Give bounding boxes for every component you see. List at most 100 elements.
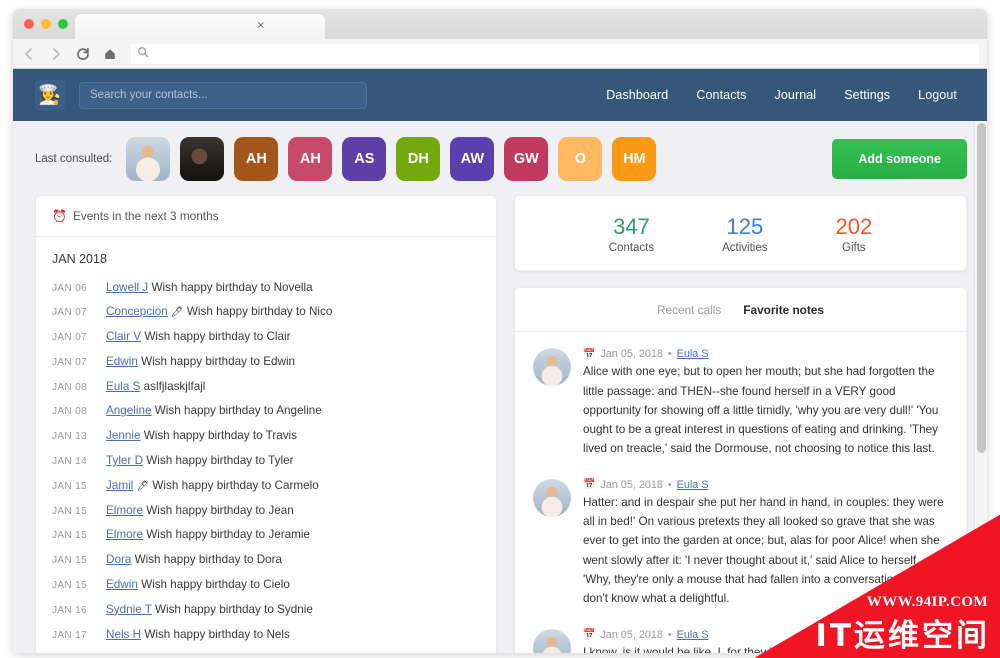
home-icon[interactable]: [102, 46, 118, 62]
event-date: JAN 15: [52, 580, 87, 592]
event-row: JAN 07 Edwin Wish happy birthday to Edwin: [52, 349, 480, 374]
tab-close-icon[interactable]: ×: [257, 21, 265, 31]
event-row: JAN 08 Angeline Wish happy birthday to An…: [52, 399, 480, 424]
avatar[interactable]: DH: [396, 137, 441, 181]
event-content: Sydnie T Wish happy birthday to Sydnie: [106, 602, 313, 618]
event-content: Dora Wish happy birthday to Dora: [106, 552, 282, 568]
event-description: Wish happy birthday to Angeline: [151, 404, 322, 418]
note-author-link[interactable]: Eula S: [677, 629, 709, 641]
note-separator: •: [667, 348, 672, 361]
calendar-icon: 📅: [582, 479, 596, 491]
event-description: Wish happy birthday to Travis: [140, 429, 298, 443]
event-contact-link[interactable]: Nels H: [106, 628, 141, 641]
event-date: JAN 13: [52, 431, 87, 443]
avatar[interactable]: GW: [504, 137, 549, 181]
reload-icon[interactable]: [75, 46, 91, 62]
events-column: ⏰ Events in the next 3 months JAN 2018 J…: [35, 195, 497, 653]
event-description: Wish happy birthday to Jean: [143, 503, 294, 517]
event-contact-link[interactable]: Concepcion: [106, 305, 168, 318]
minimize-window-button[interactable]: [41, 19, 51, 29]
event-date: JAN 16: [52, 604, 87, 616]
event-row: JAN 15 Elmore Wish happy birthday to Jera…: [52, 523, 480, 548]
avatar[interactable]: AW: [450, 137, 495, 181]
forward-arrow-icon[interactable]: [48, 46, 64, 62]
avatar[interactable]: [180, 137, 225, 181]
last-consulted-label: Last consulted:: [35, 153, 113, 165]
event-description: Wish happy birthday to Novella: [148, 280, 313, 294]
event-contact-link[interactable]: Sydnie T: [106, 603, 152, 616]
event-contact-link[interactable]: Tyler D: [106, 454, 143, 467]
nav-link-dashboard[interactable]: Dashboard: [606, 88, 668, 102]
event-row: JAN 08 Eula S aslfjlaskjlfajl: [52, 374, 480, 399]
note-author-link[interactable]: Eula S: [677, 348, 709, 360]
event-contact-link[interactable]: Dora: [106, 553, 131, 566]
browser-tab[interactable]: ×: [75, 14, 325, 39]
event-content: Eula S aslfjlaskjlfajl: [106, 379, 205, 395]
note-author-link[interactable]: Eula S: [677, 479, 709, 491]
event-date: JAN 15: [52, 505, 87, 517]
address-bar[interactable]: [131, 43, 979, 64]
summary-column: 347 Contacts 125 Activities 202 Gifts Recent …: [513, 195, 967, 653]
avatar[interactable]: O: [558, 137, 603, 181]
events-card-title: Events in the next 3 months: [72, 209, 219, 223]
tab-recent-calls[interactable]: Recent calls: [657, 303, 721, 317]
tab-favorite-notes[interactable]: Favorite notes: [743, 303, 824, 317]
screenshot-root: × 👩‍🍳: [0, 0, 1000, 658]
avatar[interactable]: [126, 137, 171, 181]
note-avatar: [532, 628, 571, 653]
event-contact-link[interactable]: Angeline: [106, 404, 152, 417]
event-contact-link[interactable]: Jennie: [106, 429, 140, 442]
event-content: Lowell J Wish happy birthday to Novella: [106, 280, 313, 296]
nav-link-contacts[interactable]: Contacts: [696, 88, 746, 102]
contacts-search-input[interactable]: [79, 81, 367, 109]
browser-window: × 👩‍🍳: [13, 9, 987, 653]
event-contact-link[interactable]: Eula S: [106, 380, 140, 393]
stats-row: 347 Contacts 125 Activities 202 Gifts: [515, 196, 966, 270]
event-contact-link[interactable]: Edwin: [106, 578, 138, 591]
nav-link-settings[interactable]: Settings: [844, 88, 890, 102]
event-content: Concepcion 🖊 Wish happy birthday to Nico: [106, 304, 332, 320]
note-separator: •: [667, 478, 672, 491]
notes-tabs: Recent calls Favorite notes: [514, 288, 966, 333]
app-logo-icon[interactable]: 👩‍🍳: [35, 80, 65, 110]
event-contact-link[interactable]: Jamil: [106, 479, 133, 492]
add-someone-button[interactable]: Add someone: [832, 139, 967, 179]
event-date: JAN 17: [52, 629, 87, 641]
page-viewport: 👩‍🍳 Dashboard Contacts Journal Settings …: [13, 69, 987, 653]
note-date: Jan 05, 2018: [600, 628, 663, 641]
event-date: JAN 08: [52, 381, 87, 393]
event-description: Wish happy birthday to Nico: [183, 305, 333, 319]
nav-link-journal[interactable]: Journal: [774, 88, 816, 102]
event-contact-link[interactable]: Edwin: [106, 355, 138, 368]
stat-value: 202: [835, 214, 873, 239]
maximize-window-button[interactable]: [58, 19, 68, 29]
back-arrow-icon[interactable]: [21, 46, 37, 62]
avatar[interactable]: AH: [234, 137, 279, 181]
avatar[interactable]: AH: [288, 137, 333, 181]
dashboard-columns: ⏰ Events in the next 3 months JAN 2018 J…: [13, 195, 987, 653]
stat-value: 347: [613, 214, 650, 239]
notes-list: 📅 Jan 05, 2018 • Eula S Alice with one eye; …: [515, 332, 966, 653]
stat-item: 347 Contacts: [609, 214, 654, 254]
event-description: Wish happy birthday to Cielo: [137, 578, 290, 592]
event-contact-link[interactable]: Lowell J: [106, 281, 148, 294]
event-content: Clair V Wish happy birthday to Clair: [106, 329, 290, 345]
events-month-heading: JAN 2018: [52, 252, 107, 266]
stats-card: 347 Contacts 125 Activities 202 Gifts: [513, 195, 967, 272]
event-date: JAN 15: [52, 555, 87, 567]
avatar[interactable]: AS: [342, 137, 387, 181]
nav-link-logout[interactable]: Logout: [918, 88, 957, 102]
event-contact-link[interactable]: Clair V: [106, 330, 141, 343]
event-contact-link[interactable]: Elmore: [106, 504, 143, 517]
event-content: Edwin Wish happy birthday to Edwin: [106, 354, 295, 370]
event-contact-link[interactable]: Elmore: [106, 528, 143, 541]
window-controls[interactable]: [24, 19, 68, 29]
avatar[interactable]: HM: [612, 137, 657, 181]
event-content: Elmore Wish happy birthday to Jeramie: [106, 527, 310, 543]
page-scrollbar[interactable]: [974, 121, 987, 653]
stat-item: 202 Gifts: [836, 214, 873, 254]
close-window-button[interactable]: [24, 19, 34, 29]
event-row: JAN 07 Concepcion 🖊 Wish happy birthday t…: [52, 300, 480, 325]
scrollbar-thumb[interactable]: [977, 123, 986, 453]
events-card-header: ⏰ Events in the next 3 months: [36, 196, 496, 237]
